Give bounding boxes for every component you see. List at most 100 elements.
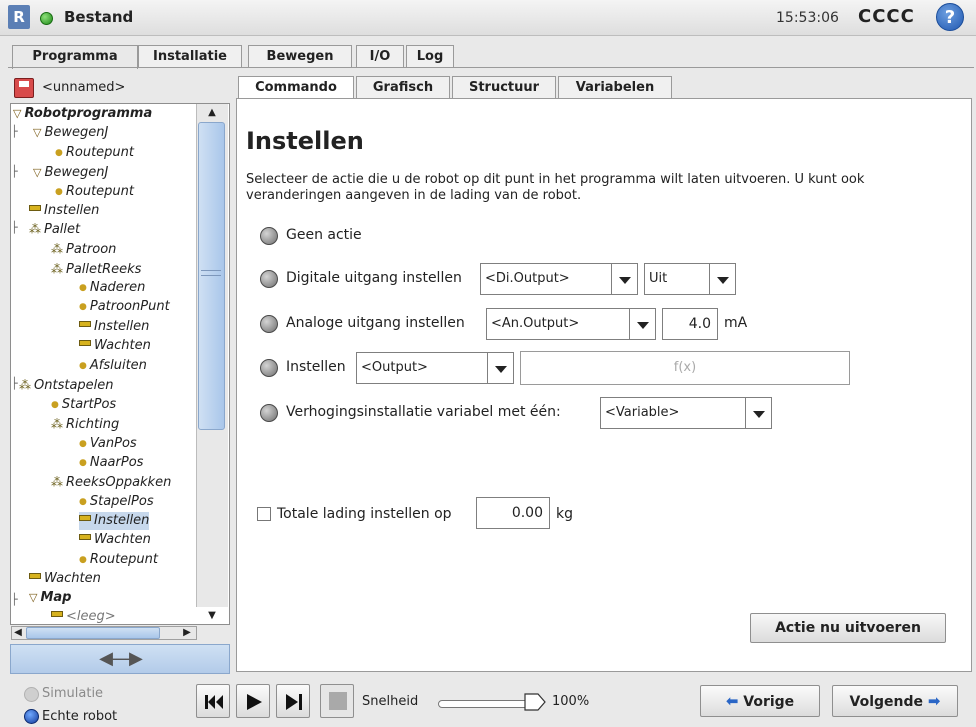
move-node-arrows-icon[interactable]: ◀----▶: [10, 644, 230, 674]
rewind-button[interactable]: [196, 684, 230, 718]
tree-item[interactable]: Instellen: [79, 318, 149, 336]
tree-item[interactable]: Instellen: [29, 202, 99, 220]
set-expression-label: Instellen: [286, 359, 346, 375]
chevron-down-icon[interactable]: [488, 352, 514, 384]
previous-button[interactable]: ⬅ Vorige: [700, 685, 820, 717]
scroll-grip-icon: [201, 270, 221, 276]
scroll-thumb[interactable]: [198, 122, 225, 430]
analog-unit: mA: [724, 315, 748, 331]
program-name: <unnamed>: [42, 80, 126, 95]
tab-installatie[interactable]: Installatie: [138, 45, 242, 67]
tree-item[interactable]: Wachten: [29, 570, 101, 588]
tree-item[interactable]: ⁂ PalletReeks: [51, 260, 141, 279]
scroll-up-icon[interactable]: ▲: [197, 104, 227, 122]
analog-value-field[interactable]: 4.0: [662, 308, 718, 340]
folder-icon: ▽: [13, 107, 22, 120]
tree-item-selected[interactable]: Instellen: [79, 512, 150, 530]
set-icon: [29, 205, 41, 211]
tab-programma[interactable]: Programma: [12, 45, 138, 69]
arrow-right-icon: ➡: [927, 692, 941, 710]
set-expression-radio[interactable]: [260, 359, 278, 377]
page-description: Selecteer de actie die u de robot op dit…: [246, 172, 865, 203]
step-button[interactable]: [276, 684, 310, 718]
tab-structuur[interactable]: Structuur: [452, 76, 556, 98]
tree-item[interactable]: Wachten: [79, 337, 151, 355]
increment-variable-label: Verhogingsinstallatie variabel met één:: [286, 404, 561, 420]
set-icon: [79, 515, 91, 521]
payload-unit: kg: [556, 506, 573, 522]
tree-item[interactable]: ▽ BewegenJ: [33, 164, 108, 182]
ur-logo-icon: R: [8, 5, 30, 29]
arrow-left-icon: ⬅: [725, 692, 739, 710]
chevron-down-icon[interactable]: [746, 397, 772, 429]
tree-item[interactable]: ⁂ ReeksOppakken: [51, 473, 171, 492]
digital-value-select[interactable]: Uit: [644, 263, 710, 295]
tree-item[interactable]: ● Routepunt: [55, 183, 134, 201]
save-icon[interactable]: [14, 78, 34, 98]
scroll-down-icon[interactable]: ▼: [197, 607, 227, 625]
next-button[interactable]: Volgende ➡: [832, 685, 958, 717]
chevron-down-icon[interactable]: [612, 263, 638, 295]
no-action-label: Geen actie: [286, 227, 362, 243]
digital-output-select[interactable]: <Di.Output>: [480, 263, 612, 295]
step-icon: [286, 694, 302, 710]
tab-grafisch[interactable]: Grafisch: [356, 76, 450, 98]
waypoint-icon: ●: [79, 555, 87, 565]
tree-item[interactable]: ● StapelPos: [79, 493, 154, 511]
variable-select[interactable]: <Variable>: [600, 397, 746, 429]
payload-checkbox[interactable]: [257, 507, 271, 521]
tab-variabelen[interactable]: Variabelen: [558, 76, 672, 98]
tree-item[interactable]: ● Afsluiten: [79, 357, 147, 375]
tab-bewegen[interactable]: Bewegen: [248, 45, 352, 67]
folder-icon: ▽: [33, 166, 42, 179]
tree-item[interactable]: ● Routepunt: [79, 551, 158, 569]
tree-item[interactable]: ● VanPos: [79, 435, 137, 453]
analog-output-radio[interactable]: [260, 315, 278, 333]
tree-item[interactable]: ● NaarPos: [79, 454, 143, 472]
speed-slider[interactable]: [438, 700, 536, 708]
digital-output-radio[interactable]: [260, 270, 278, 288]
tree-item[interactable]: ⁂ Richting: [51, 415, 119, 434]
real-robot-radio[interactable]: [24, 709, 39, 724]
chevron-down-icon[interactable]: [630, 308, 656, 340]
play-button[interactable]: [236, 684, 270, 718]
tab-log[interactable]: Log: [406, 45, 454, 67]
tree-item[interactable]: <leeg>: [51, 608, 116, 624]
horizontal-scroll-thumb[interactable]: [26, 627, 160, 639]
tree-item[interactable]: ⁂ Ontstapelen: [19, 376, 114, 395]
tab-commando[interactable]: Commando: [238, 76, 354, 99]
execute-now-button[interactable]: Actie nu uitvoeren: [750, 613, 946, 643]
pallet-icon: ⁂: [29, 222, 41, 236]
chevron-down-icon[interactable]: [710, 263, 736, 295]
tree-item[interactable]: ● PatroonPunt: [79, 298, 170, 316]
increment-variable-radio[interactable]: [260, 404, 278, 422]
page-title: Instellen: [246, 127, 364, 155]
tree-item[interactable]: ● Naderen: [79, 279, 145, 297]
tree-item[interactable]: ● Routepunt: [55, 144, 134, 162]
tree-item[interactable]: Wachten: [79, 531, 151, 549]
speed-slider-handle-icon[interactable]: [524, 693, 546, 711]
no-action-radio[interactable]: [260, 227, 278, 245]
clock: 15:53:06: [776, 10, 839, 26]
waypoint-icon: ●: [79, 458, 87, 468]
analog-output-select[interactable]: <An.Output>: [486, 308, 630, 340]
scroll-left-icon[interactable]: ◀: [11, 626, 25, 640]
app-title[interactable]: Bestand: [64, 8, 133, 26]
simulation-label: Simulatie: [42, 686, 104, 701]
payload-value-field[interactable]: 0.00: [476, 497, 550, 529]
tree-item[interactable]: ▽ Map: [29, 589, 71, 607]
help-icon[interactable]: ?: [936, 3, 964, 31]
waypoint-icon: ●: [55, 148, 63, 158]
tree-item[interactable]: ● StartPos: [51, 396, 116, 414]
tree-item[interactable]: ⁂ Pallet: [29, 220, 80, 239]
simulation-radio[interactable]: [24, 687, 39, 702]
tree-item[interactable]: ▽ Robotprogramma: [13, 105, 152, 123]
tree-item[interactable]: ⁂ Patroon: [51, 240, 116, 259]
set-output-select[interactable]: <Output>: [356, 352, 488, 384]
tree-item[interactable]: ▽ BewegenJ: [33, 124, 108, 142]
scroll-right-icon[interactable]: ▶: [178, 626, 196, 640]
tab-io[interactable]: I/O: [356, 45, 404, 67]
robot-name: CCCC: [858, 6, 915, 27]
waypoint-icon: ●: [79, 283, 87, 293]
expression-field[interactable]: f(x): [520, 351, 850, 385]
